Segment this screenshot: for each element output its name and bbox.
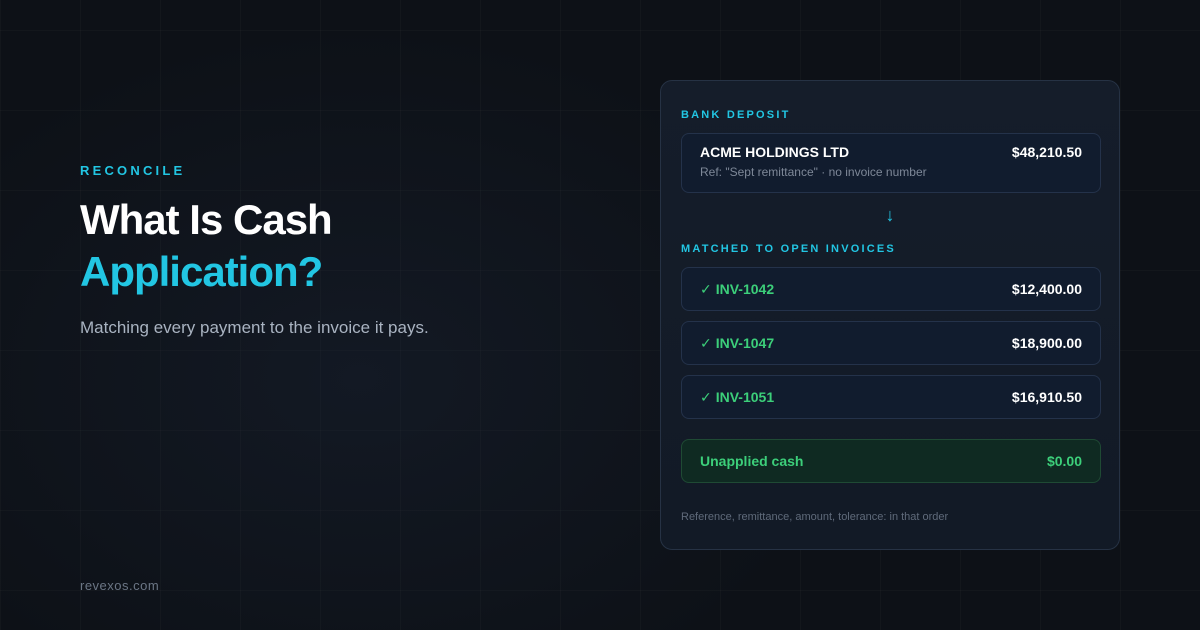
unapplied-cash-label: Unapplied cash <box>700 453 804 469</box>
footer-site: revexos.com <box>80 578 160 593</box>
bank-deposit-box: ACME HOLDINGS LTD $48,210.50 Ref: "Sept … <box>681 133 1101 193</box>
invoice-row: ✓ INV-1047 $18,900.00 <box>681 321 1101 365</box>
matched-invoices-label: MATCHED TO OPEN INVOICES <box>681 243 896 255</box>
page-title-line1: What Is Cash <box>80 196 333 243</box>
reconciliation-card: BANK DEPOSIT ACME HOLDINGS LTD $48,210.5… <box>660 80 1120 550</box>
invoice-amount: $18,900.00 <box>1011 335 1082 351</box>
invoice-row: ✓ INV-1051 $16,910.50 <box>681 375 1101 419</box>
check-icon: ✓ <box>700 388 712 405</box>
page-subtitle: Matching every payment to the invoice it… <box>80 318 429 337</box>
matching-order-note: Reference, remittance, amount, tolerance… <box>681 511 949 523</box>
check-icon: ✓ <box>700 334 712 351</box>
hero: RECONCILE What Is Cash Application? Matc… <box>80 163 600 338</box>
invoice-id: INV-1042 <box>715 280 775 297</box>
deposit-payer: ACME HOLDINGS LTD <box>700 144 850 160</box>
check-icon: ✓ <box>700 280 712 297</box>
unapplied-cash-amount: $0.00 <box>1046 453 1082 469</box>
invoice-amount: $16,910.50 <box>1011 389 1082 405</box>
unapplied-cash-row: Unapplied cash $0.00 <box>681 439 1101 483</box>
invoice-amount: $12,400.00 <box>1011 281 1082 297</box>
page-title: What Is Cash Application? <box>80 194 600 298</box>
arrow-down-icon: ↓ <box>885 205 895 225</box>
invoice-id: INV-1051 <box>715 388 775 405</box>
deposit-reference: Ref: "Sept remittance" · no invoice numb… <box>700 165 927 179</box>
invoice-row: ✓ INV-1042 $12,400.00 <box>681 267 1101 311</box>
page-title-line2: Application? <box>80 248 323 295</box>
bank-deposit-label: BANK DEPOSIT <box>681 109 791 121</box>
invoice-id: INV-1047 <box>715 334 775 351</box>
deposit-amount: $48,210.50 <box>1011 144 1082 160</box>
eyebrow-label: RECONCILE <box>80 163 186 178</box>
